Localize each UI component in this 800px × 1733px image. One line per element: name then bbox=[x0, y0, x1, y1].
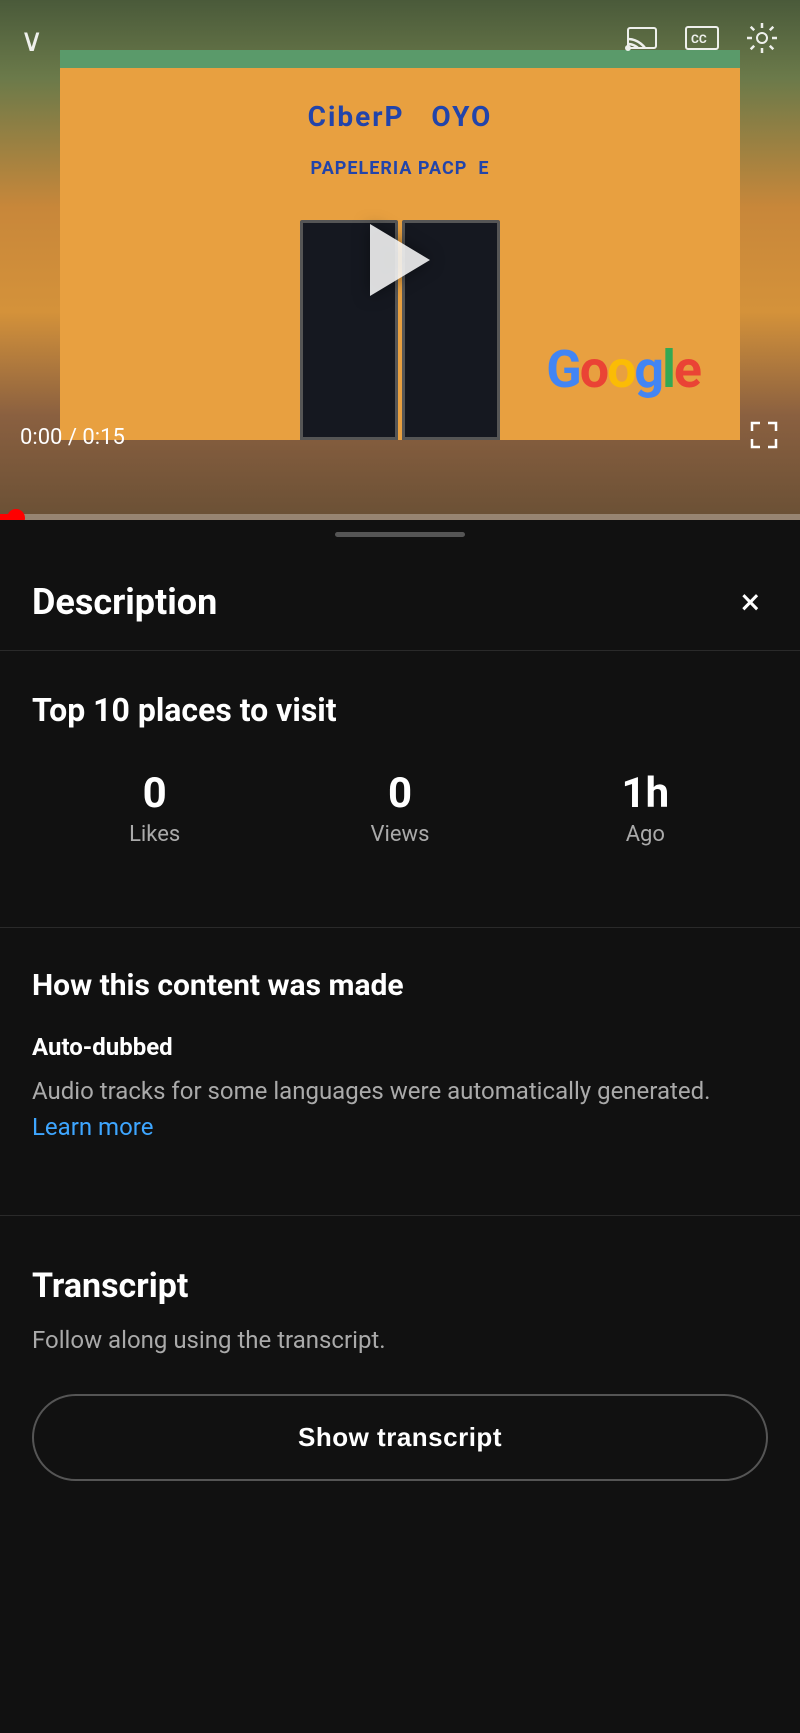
content-made-heading: How this content was made bbox=[32, 968, 768, 1003]
play-icon bbox=[370, 224, 430, 296]
description-header: Description × bbox=[0, 548, 800, 651]
play-button[interactable] bbox=[370, 224, 430, 296]
stat-likes-label: Likes bbox=[32, 822, 277, 847]
fullscreen-icon[interactable] bbox=[748, 419, 780, 455]
cc-icon[interactable]: CC bbox=[684, 20, 720, 60]
content-made-section: How this content was made Auto-dubbed Au… bbox=[0, 968, 800, 1195]
progress-dot bbox=[7, 509, 25, 520]
auto-dubbed-text: Audio tracks for some languages were aut… bbox=[32, 1073, 768, 1145]
description-title: Description bbox=[32, 581, 217, 623]
transcript-heading: Transcript bbox=[32, 1266, 768, 1306]
auto-dubbed-description: Audio tracks for some languages were aut… bbox=[32, 1077, 710, 1105]
show-transcript-button[interactable]: Show transcript bbox=[32, 1394, 768, 1481]
stat-ago-value: 1h bbox=[523, 769, 768, 818]
progress-bar-fill bbox=[0, 514, 16, 520]
auto-dubbed-label: Auto-dubbed bbox=[32, 1033, 768, 1061]
svg-text:CC: CC bbox=[691, 32, 707, 46]
video-title-section: Top 10 places to visit 0 Likes 0 Views 1… bbox=[0, 651, 800, 927]
transcript-section: Transcript Follow along using the transc… bbox=[0, 1215, 800, 1541]
stat-views-label: Views bbox=[277, 822, 522, 847]
stat-ago-label: Ago bbox=[523, 822, 768, 847]
video-player[interactable]: CiberP OYO PAPELERIA PACP E Google ∨ bbox=[0, 0, 800, 520]
bottom-space bbox=[0, 1541, 800, 1641]
stat-views: 0 Views bbox=[277, 769, 522, 847]
learn-more-link[interactable]: Learn more bbox=[32, 1113, 153, 1141]
stat-likes-value: 0 bbox=[32, 769, 277, 818]
close-icon: × bbox=[741, 581, 760, 623]
close-button[interactable]: × bbox=[733, 576, 768, 628]
transcript-description: Follow along using the transcript. bbox=[32, 1326, 768, 1354]
drag-handle-bar bbox=[335, 532, 465, 537]
stat-likes: 0 Likes bbox=[32, 769, 277, 847]
stat-ago: 1h Ago bbox=[523, 769, 768, 847]
cast-icon[interactable] bbox=[624, 20, 660, 60]
stat-views-value: 0 bbox=[277, 769, 522, 818]
section-divider-1 bbox=[0, 927, 800, 928]
chevron-down-icon[interactable]: ∨ bbox=[20, 21, 43, 59]
time-display: 0:00 / 0:15 bbox=[20, 425, 125, 450]
description-panel: Description × Top 10 places to visit 0 L… bbox=[0, 548, 800, 1733]
video-title: Top 10 places to visit bbox=[32, 691, 768, 729]
video-top-controls: ∨ CC bbox=[20, 20, 780, 60]
video-overlay: ∨ CC bbox=[0, 0, 800, 520]
stats-row: 0 Likes 0 Views 1h Ago bbox=[32, 769, 768, 847]
video-right-controls: CC bbox=[624, 20, 780, 60]
drag-handle[interactable] bbox=[0, 520, 800, 548]
video-progress-bar[interactable] bbox=[0, 514, 800, 520]
settings-icon[interactable] bbox=[744, 20, 780, 60]
